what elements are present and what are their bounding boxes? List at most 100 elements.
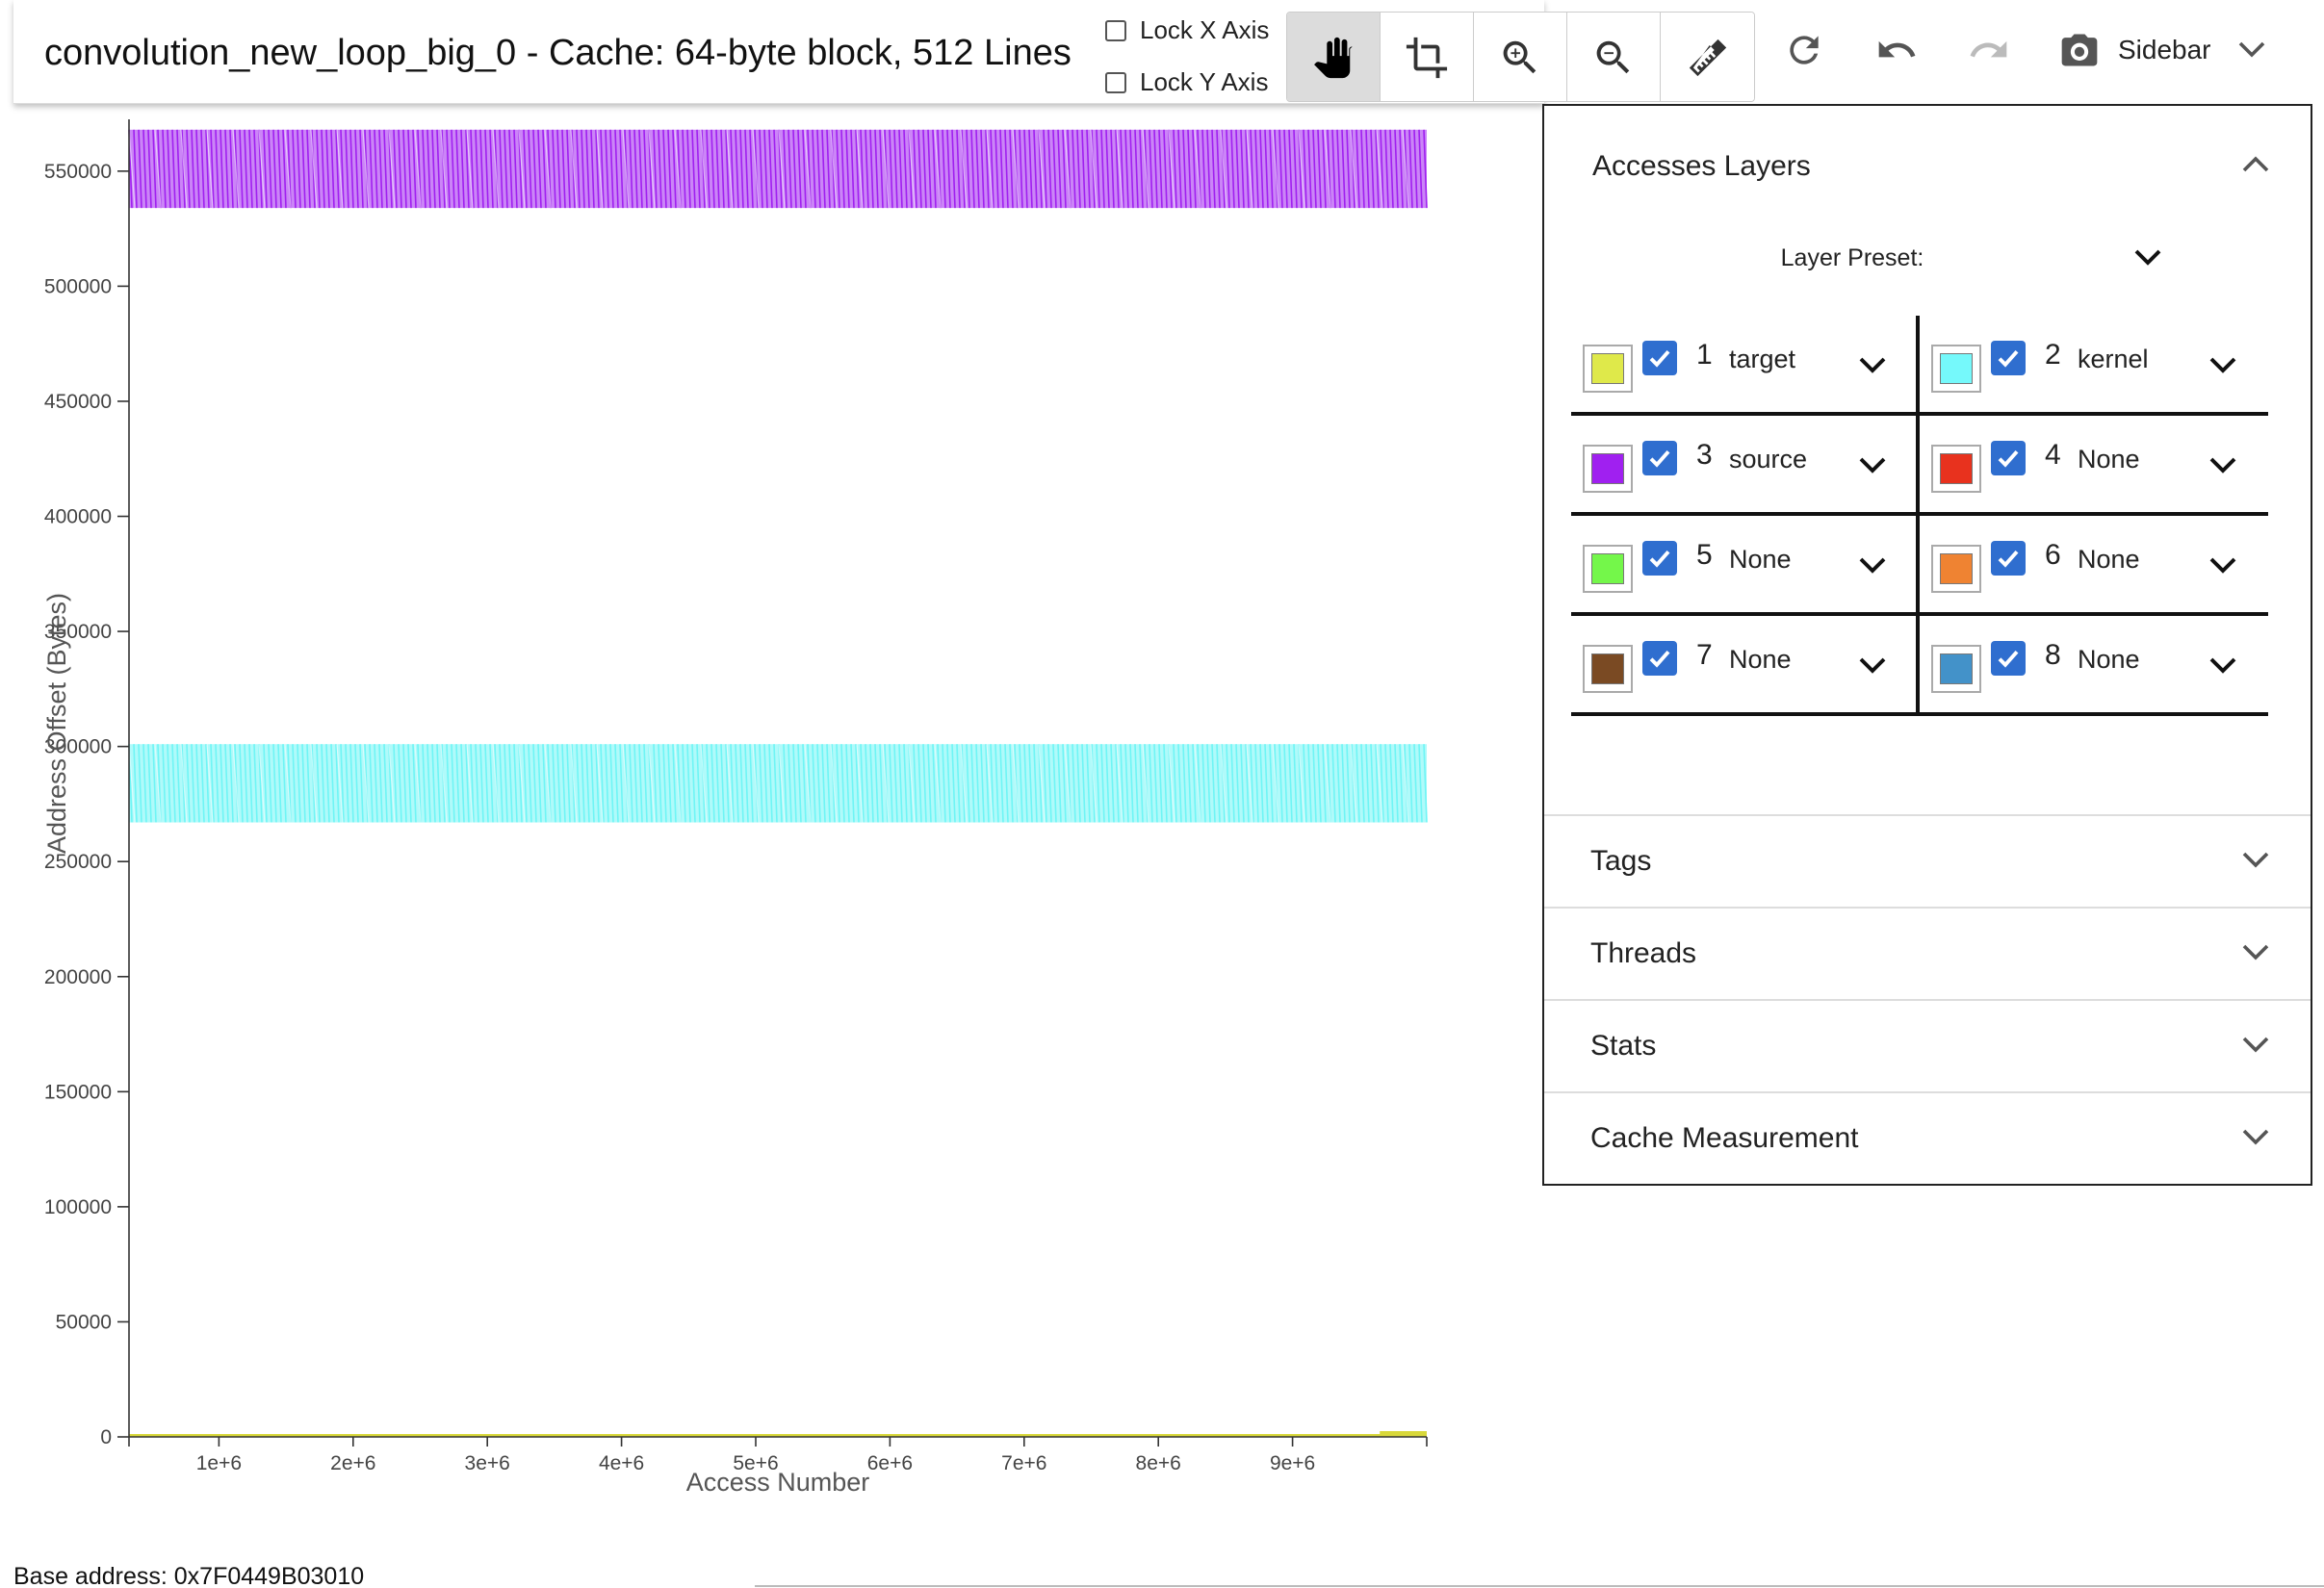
layer-name: None xyxy=(2078,445,2140,474)
layer-color-swatch[interactable] xyxy=(1583,645,1633,693)
lock-y-axis-checkbox[interactable]: Lock Y Axis xyxy=(1105,67,1268,97)
y-tick-label: 550000 xyxy=(44,161,112,183)
cache-measurement-section[interactable]: Cache Measurement xyxy=(1544,1091,2311,1184)
camera-icon[interactable] xyxy=(2058,29,2101,71)
chevron-down-icon xyxy=(2209,557,2236,574)
layer-color-fill xyxy=(1591,453,1624,484)
layer-color-fill xyxy=(1591,553,1624,584)
base-address: Base address: 0x7F0449B03010 xyxy=(13,1563,365,1588)
memory-access-chart[interactable]: 0500001000001500002000002500003000003500… xyxy=(0,115,1463,1511)
y-axis-label: Address Offset (Bytes) xyxy=(42,593,71,854)
layer-visible-checkbox[interactable] xyxy=(1642,441,1677,475)
x-tick-label: 8e+6 xyxy=(1136,1452,1181,1474)
x-tick-label: 6e+6 xyxy=(867,1452,913,1474)
y-tick-label: 50000 xyxy=(56,1311,112,1333)
x-tick-label: 4e+6 xyxy=(599,1452,644,1474)
layer-dropdown-button[interactable] xyxy=(2208,354,2237,380)
chevron-down-icon[interactable] xyxy=(2241,941,2270,967)
layer-color-fill xyxy=(1591,653,1624,684)
lock-x-checkbox-box[interactable] xyxy=(1105,19,1126,41)
stats-section[interactable]: Stats xyxy=(1544,999,2311,1091)
chevron-down-icon[interactable] xyxy=(2241,849,2270,875)
tags-section[interactable]: Tags xyxy=(1544,814,2311,907)
sidebar-dropdown-button[interactable] xyxy=(2237,38,2266,64)
layer-color-swatch[interactable] xyxy=(1931,345,1981,393)
page-title: convolution_new_loop_big_0 - Cache: 64-b… xyxy=(44,33,1072,73)
layer-dropdown-button[interactable] xyxy=(1858,354,1887,380)
layer-number: 4 xyxy=(2045,439,2061,471)
lock-x-axis-checkbox[interactable]: Lock X Axis xyxy=(1105,15,1269,45)
ruler-tool-button[interactable] xyxy=(1661,13,1754,101)
layer-dropdown-button[interactable] xyxy=(2208,654,2237,680)
layer-name: None xyxy=(2078,545,2140,574)
layer-color-swatch[interactable] xyxy=(1583,545,1633,593)
y-tick-label: 400000 xyxy=(44,506,112,528)
chevron-down-icon xyxy=(2209,657,2236,674)
sidebar-panel: Accesses Layers Layer Preset: 1 target 2 ke… xyxy=(1542,104,2312,1186)
crop-tool-button[interactable] xyxy=(1381,13,1474,101)
pan-tool-button[interactable] xyxy=(1287,13,1381,101)
layer-color-fill xyxy=(1940,553,1973,584)
layer-grid: 1 target 2 kernel 3 source 4 None 5 None 6 None 7 Non… xyxy=(1571,316,2268,716)
chart-data-layer xyxy=(128,129,1428,1437)
undo-icon xyxy=(1878,40,1916,58)
refresh-icon xyxy=(1790,36,1819,64)
ruler-icon xyxy=(1689,38,1726,77)
zoom-out-button[interactable] xyxy=(1567,13,1661,101)
layer-color-swatch[interactable] xyxy=(1583,445,1633,493)
checkmark-icon xyxy=(1649,449,1670,468)
layer-dropdown-button[interactable] xyxy=(2208,554,2237,580)
accesses-layers-title[interactable]: Accesses Layers xyxy=(1592,150,1811,183)
layer-color-swatch[interactable] xyxy=(1931,445,1981,493)
layer-visible-checkbox[interactable] xyxy=(1991,441,2026,475)
layer-item: 2 kernel xyxy=(1920,316,2268,412)
layer-dropdown-button[interactable] xyxy=(1858,454,1887,480)
x-axis-label: Access Number xyxy=(686,1468,870,1497)
layer-row: 7 None 8 None xyxy=(1571,616,2268,716)
lock-x-label: Lock X Axis xyxy=(1140,15,1270,44)
chevron-down-icon xyxy=(2238,41,2265,58)
chevron-down-icon xyxy=(2209,457,2236,474)
layer-color-swatch[interactable] xyxy=(1931,645,1981,693)
layer-visible-checkbox[interactable] xyxy=(1991,641,2026,676)
y-tick-label: 150000 xyxy=(44,1081,112,1103)
layer-visible-checkbox[interactable] xyxy=(1642,541,1677,576)
layer-visible-checkbox[interactable] xyxy=(1991,541,2026,576)
layer-color-swatch[interactable] xyxy=(1583,345,1633,393)
layer-row: 1 target 2 kernel xyxy=(1571,316,2268,416)
layer-visible-checkbox[interactable] xyxy=(1991,341,2026,375)
crop-icon xyxy=(1406,37,1448,79)
y-tick-label: 500000 xyxy=(44,275,112,297)
refresh-button[interactable] xyxy=(1783,29,1825,71)
layer-color-swatch[interactable] xyxy=(1931,545,1981,593)
layer-name: source xyxy=(1729,445,1808,474)
chevron-down-icon[interactable] xyxy=(2241,1034,2270,1060)
checkmark-icon xyxy=(1649,650,1670,668)
layer-item: 4 None xyxy=(1920,416,2268,512)
layer-row: 3 source 4 None xyxy=(1571,416,2268,516)
layer-number: 5 xyxy=(1696,539,1713,571)
redo-button[interactable] xyxy=(1968,29,2010,71)
chevron-down-icon xyxy=(1859,357,1886,373)
lock-y-checkbox-box[interactable] xyxy=(1105,71,1126,93)
layer-dropdown-button[interactable] xyxy=(2208,454,2237,480)
layer-visible-checkbox[interactable] xyxy=(1642,341,1677,375)
layer-preset-dropdown[interactable] xyxy=(2133,246,2162,272)
sidebar-toggle-button[interactable]: Sidebar xyxy=(2058,29,2211,71)
checkmark-icon xyxy=(1649,550,1670,568)
accesses-collapse-button[interactable] xyxy=(2241,154,2270,180)
threads-section[interactable]: Threads xyxy=(1544,907,2311,999)
layer-item: 8 None xyxy=(1920,616,2268,712)
layer-number: 1 xyxy=(1696,339,1713,371)
threads-label: Threads xyxy=(1590,937,1697,969)
layer-dropdown-button[interactable] xyxy=(1858,654,1887,680)
undo-button[interactable] xyxy=(1875,29,1918,71)
layer-color-fill xyxy=(1940,453,1973,484)
layer-dropdown-button[interactable] xyxy=(1858,554,1887,580)
zoom-in-button[interactable] xyxy=(1474,13,1567,101)
layer-number: 8 xyxy=(2045,639,2061,671)
tags-label: Tags xyxy=(1590,845,1652,877)
x-tick-label: 9e+6 xyxy=(1270,1452,1315,1474)
chevron-down-icon[interactable] xyxy=(2241,1126,2270,1152)
layer-visible-checkbox[interactable] xyxy=(1642,641,1677,676)
